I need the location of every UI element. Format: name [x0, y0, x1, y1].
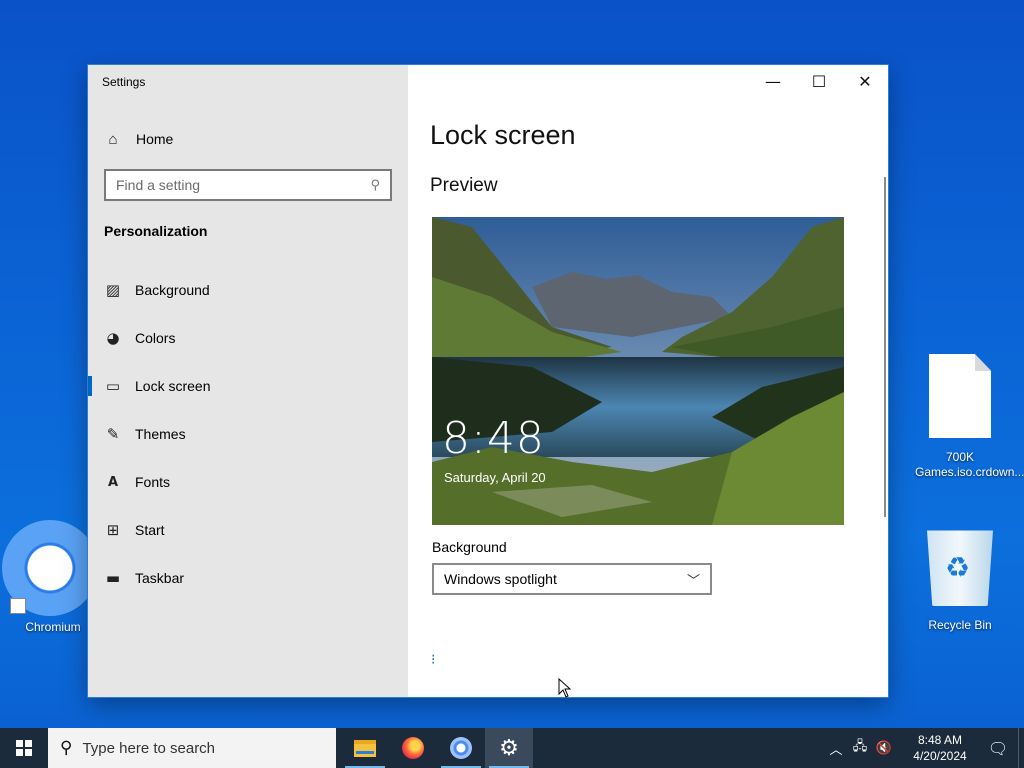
sidebar-item-label: Fonts	[135, 474, 171, 490]
maximize-icon: ☐	[811, 71, 827, 91]
section-title: Personalization	[104, 223, 208, 239]
chevron-up-icon[interactable]: ︿	[824, 739, 848, 758]
maximize-button[interactable]: ☐	[796, 65, 842, 97]
volume-muted-icon[interactable]: 🔇	[872, 741, 896, 756]
sidebar-item-themes[interactable]: ✎ Themes	[88, 410, 408, 458]
dropdown-value: Windows spotlight	[444, 571, 557, 587]
taskbar-search-box[interactable]: ⚲ Type here to search	[48, 728, 336, 768]
sidebar-item-label: Themes	[135, 426, 186, 442]
desktop-icon-recycle-bin[interactable]: ♻ Recycle Bin	[915, 524, 1005, 633]
windows-logo-icon	[16, 740, 32, 756]
start-button[interactable]	[0, 728, 48, 768]
search-placeholder: Find a setting	[116, 177, 201, 193]
preview-time: 8:48	[442, 413, 545, 464]
taskbar-clock[interactable]: 8:48 AM 4/20/2024	[902, 732, 978, 764]
notification-icon[interactable]: 🗨	[978, 739, 1018, 758]
preview-heading: Preview	[430, 175, 498, 196]
page-title: Lock screen	[430, 120, 576, 150]
scrollbar[interactable]	[884, 177, 886, 517]
taskbar-app-firefox[interactable]	[389, 728, 437, 768]
sidebar-item-taskbar[interactable]: ▬ Taskbar	[88, 554, 408, 602]
palette-icon: ◕	[106, 329, 120, 347]
minimize-button[interactable]: —	[750, 65, 796, 97]
nav-home[interactable]: ⌂ Home	[104, 129, 173, 149]
desktop-icon-chromium[interactable]: Chromium	[2, 520, 100, 634]
gear-icon: ⚙	[499, 735, 519, 761]
shortcut-arrow-icon	[10, 598, 26, 614]
close-icon: ✕	[858, 71, 872, 91]
background-label: Background	[432, 539, 507, 555]
loading-spinner-icon: ⁝	[431, 651, 436, 667]
taskbar: ⚲ Type here to search ⚙ ︿ 🖧 🔇 8:48 AM 4/…	[0, 728, 1024, 768]
taskbar-search-placeholder: Type here to search	[82, 739, 216, 757]
taskbar-app-settings[interactable]: ⚙	[485, 728, 533, 768]
desktop-icon-label: Chromium	[25, 620, 81, 634]
taskbar-app-chromium[interactable]	[437, 728, 485, 768]
sidebar-item-start[interactable]: ⊞ Start	[88, 506, 408, 554]
desktop-icon-download-file[interactable]: 700K Games.iso.crdown...	[915, 354, 1024, 480]
desktop-icon-label: Recycle Bin	[928, 618, 992, 632]
background-dropdown[interactable]: Windows spotlight ﹀	[432, 563, 712, 595]
window-title: Settings	[102, 75, 146, 89]
desktop-icon-label: 700K Games.iso.crdown...	[915, 450, 1024, 479]
firefox-icon	[402, 737, 424, 759]
themes-icon: ✎	[106, 425, 120, 443]
network-icon[interactable]: 🖧	[848, 737, 872, 759]
start-icon: ⊞	[106, 521, 120, 539]
sidebar-item-label: Taskbar	[135, 570, 185, 586]
clock-date: 4/20/2024	[913, 749, 967, 763]
lock-screen-preview: 8:48 Saturday, April 20	[432, 217, 844, 525]
sidebar-item-lock-screen[interactable]: ▭ Lock screen	[88, 362, 408, 410]
preview-date: Saturday, April 20	[444, 470, 546, 485]
sidebar-item-label: Start	[135, 522, 165, 538]
lock-screen-icon: ▭	[105, 377, 121, 395]
taskbar-apps: ⚙	[341, 728, 533, 768]
sidebar-item-label: Lock screen	[135, 378, 211, 394]
sidebar-item-colors[interactable]: ◕ Colors	[88, 314, 408, 362]
chromium-icon	[450, 737, 472, 759]
settings-search-input[interactable]: Find a setting ⚲	[104, 169, 392, 201]
sidebar-item-background[interactable]: ▨ Background	[88, 266, 408, 314]
picture-icon: ▨	[105, 281, 121, 299]
minimize-icon: —	[765, 71, 781, 91]
fonts-icon: A	[107, 474, 119, 490]
show-desktop-button[interactable]	[1018, 728, 1024, 768]
recycle-bin-icon: ♻	[927, 530, 993, 606]
settings-window: Settings ⌂ Home Find a setting ⚲ Persona…	[88, 65, 888, 697]
system-tray: ︿ 🖧 🔇 8:48 AM 4/20/2024 🗨	[824, 728, 1024, 768]
settings-sidebar: Settings ⌂ Home Find a setting ⚲ Persona…	[88, 65, 408, 697]
file-icon	[929, 354, 991, 438]
mouse-cursor-icon	[558, 678, 572, 698]
sidebar-item-label: Background	[135, 282, 210, 298]
taskbar-app-file-explorer[interactable]	[341, 728, 389, 768]
home-icon: ⌂	[108, 130, 118, 148]
clock-time: 8:48 AM	[917, 733, 963, 747]
close-button[interactable]: ✕	[842, 65, 888, 97]
taskbar-icon: ▬	[105, 569, 121, 587]
sidebar-item-label: Colors	[135, 330, 176, 346]
personalization-nav: ▨ Background ◕ Colors ▭ Lock screen ✎ Th…	[88, 266, 408, 602]
folder-icon	[354, 739, 376, 757]
search-icon: ⚲	[370, 177, 380, 192]
sidebar-item-fonts[interactable]: A Fonts	[88, 458, 408, 506]
window-controls: — ☐ ✕	[750, 65, 888, 97]
chevron-down-icon: ﹀	[686, 573, 700, 589]
nav-home-label: Home	[136, 131, 174, 147]
settings-content: — ☐ ✕ Lock screen Preview 8:48 Saturday,…	[408, 65, 888, 697]
search-icon: ⚲	[60, 738, 73, 758]
